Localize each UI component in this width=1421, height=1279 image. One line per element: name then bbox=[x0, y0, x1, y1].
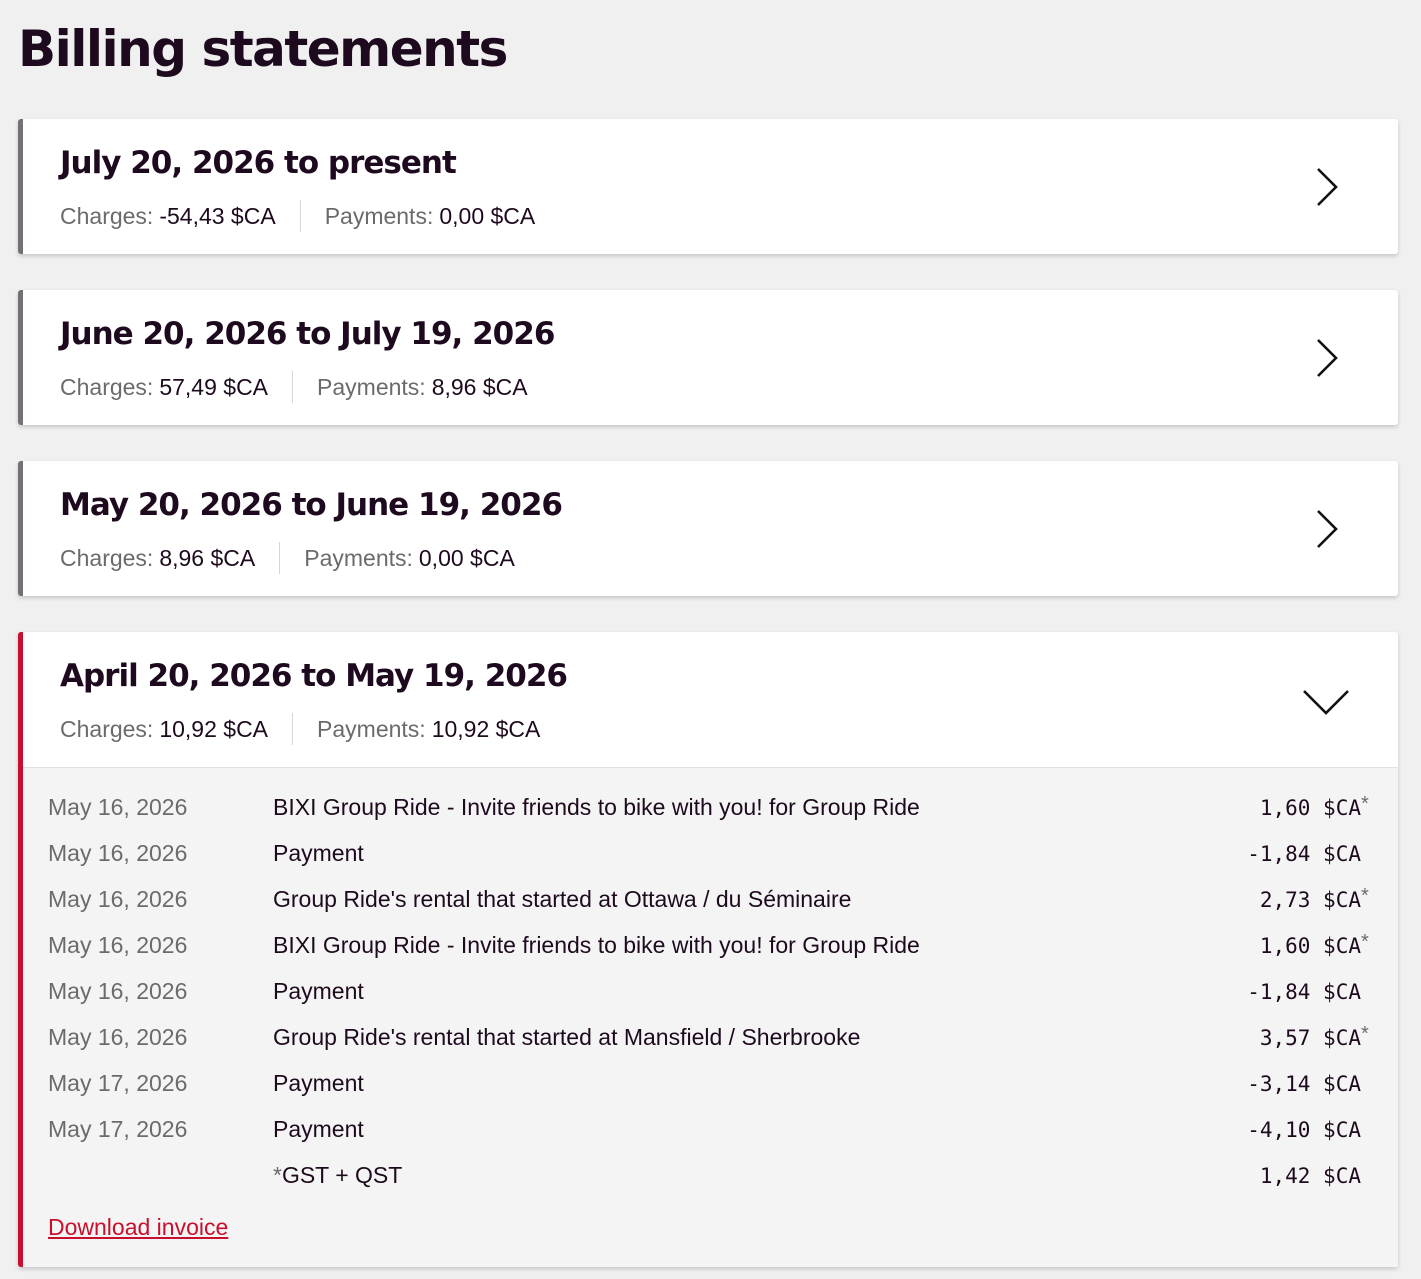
transaction-amount-value: -1,84 $CA bbox=[1247, 842, 1361, 866]
statement-card: July 20, 2026 to present Charges: -54,43… bbox=[18, 119, 1398, 254]
tax-asterisk: * bbox=[1361, 885, 1369, 907]
payments-value: 10,92 $CA bbox=[431, 715, 541, 742]
transaction-description: BIXI Group Ride - Invite friends to bike… bbox=[273, 794, 920, 820]
statement-header[interactable]: May 20, 2026 to June 19, 2026 Charges: 8… bbox=[23, 461, 1398, 596]
transaction-date: May 16, 2026 bbox=[48, 794, 188, 820]
transaction-date: May 16, 2026 bbox=[48, 932, 188, 958]
statement-header[interactable]: July 20, 2026 to present Charges: -54,43… bbox=[23, 119, 1398, 254]
transaction-row: May 17, 2026 Payment -4,10 $CA bbox=[23, 1116, 1398, 1162]
charges-value: 10,92 $CA bbox=[159, 715, 269, 742]
tax-label: *GST + QST bbox=[273, 1162, 402, 1189]
summary-divider bbox=[299, 200, 301, 232]
tax-asterisk: * bbox=[1361, 931, 1369, 953]
transaction-amount-value: 1,60 $CA bbox=[1259, 796, 1361, 820]
transaction-date: May 16, 2026 bbox=[48, 840, 188, 866]
transaction-description: Group Ride's rental that started at Mans… bbox=[273, 1024, 861, 1050]
tax-amount: 1,42 $CA bbox=[1259, 1164, 1361, 1188]
statement-period: April 20, 2026 to May 19, 2026 bbox=[60, 658, 568, 694]
statement-card: June 20, 2026 to July 19, 2026 Charges: … bbox=[18, 290, 1398, 425]
tax-asterisk: * bbox=[1361, 793, 1369, 815]
transaction-row: May 16, 2026 Payment -1,84 $CA bbox=[23, 978, 1398, 1024]
payments-label: Payments: bbox=[317, 715, 426, 742]
transaction-row: May 16, 2026 Group Ride's rental that st… bbox=[23, 885, 1398, 932]
transaction-description: Payment bbox=[273, 978, 364, 1004]
chevron-right-icon[interactable] bbox=[1306, 163, 1346, 211]
summary-divider bbox=[279, 542, 281, 574]
statement-details: May 16, 2026 BIXI Group Ride - Invite fr… bbox=[23, 767, 1398, 1267]
transaction-amount-value: -3,14 $CA bbox=[1247, 1072, 1361, 1096]
transaction-description: Payment bbox=[273, 1070, 364, 1096]
tax-label-text: GST + QST bbox=[281, 1162, 403, 1188]
transaction-amount-value: -4,10 $CA bbox=[1247, 1118, 1361, 1142]
transaction-amount: -3,14 $CA bbox=[1247, 1070, 1361, 1098]
payments-label: Payments: bbox=[304, 544, 413, 571]
download-invoice-link[interactable]: Download invoice bbox=[48, 1214, 228, 1241]
transaction-date: May 16, 2026 bbox=[48, 978, 188, 1004]
transaction-amount-value: 3,57 $CA bbox=[1259, 1026, 1361, 1050]
transactions-list: May 16, 2026 BIXI Group Ride - Invite fr… bbox=[23, 793, 1398, 1208]
chevron-down-icon[interactable] bbox=[1298, 682, 1354, 718]
tax-summary-row: *GST + QST 1,42 $CA bbox=[23, 1162, 1398, 1208]
statement-summary: Charges: 57,49 $CA Payments: 8,96 $CA bbox=[60, 371, 528, 403]
payments-value: 8,96 $CA bbox=[431, 373, 528, 400]
statement-summary: Charges: 10,92 $CA Payments: 10,92 $CA bbox=[60, 713, 540, 745]
tax-asterisk: * bbox=[1361, 1023, 1369, 1045]
statement-header[interactable]: April 20, 2026 to May 19, 2026 Charges: … bbox=[23, 632, 1398, 767]
charges-label: Charges: bbox=[60, 715, 154, 742]
transaction-description: Payment bbox=[273, 840, 364, 866]
chevron-right-icon[interactable] bbox=[1306, 505, 1346, 553]
charges-value: -54,43 $CA bbox=[159, 202, 276, 229]
charges-value: 57,49 $CA bbox=[159, 373, 269, 400]
transaction-amount: 1,60 $CA * bbox=[1259, 793, 1369, 822]
statement-summary: Charges: -54,43 $CA Payments: 0,00 $CA bbox=[60, 200, 535, 232]
transaction-amount-value: 2,73 $CA bbox=[1259, 888, 1361, 912]
summary-divider bbox=[292, 371, 294, 403]
statement-header[interactable]: June 20, 2026 to July 19, 2026 Charges: … bbox=[23, 290, 1398, 425]
transaction-row: May 16, 2026 BIXI Group Ride - Invite fr… bbox=[23, 931, 1398, 978]
transaction-row: May 16, 2026 Payment -1,84 $CA bbox=[23, 840, 1398, 886]
chevron-right-icon[interactable] bbox=[1306, 334, 1346, 382]
charges-label: Charges: bbox=[60, 373, 154, 400]
transaction-amount-value: -1,84 $CA bbox=[1247, 980, 1361, 1004]
transaction-amount: 1,60 $CA * bbox=[1259, 931, 1369, 960]
transaction-amount: 2,73 $CA * bbox=[1259, 885, 1369, 914]
transaction-row: May 16, 2026 BIXI Group Ride - Invite fr… bbox=[23, 793, 1398, 840]
charges-label: Charges: bbox=[60, 202, 154, 229]
transaction-date: May 17, 2026 bbox=[48, 1116, 188, 1142]
statement-card-expanded: April 20, 2026 to May 19, 2026 Charges: … bbox=[18, 632, 1398, 1267]
transaction-amount: 3,57 $CA * bbox=[1259, 1023, 1369, 1052]
statement-summary: Charges: 8,96 $CA Payments: 0,00 $CA bbox=[60, 542, 515, 574]
transaction-row: May 17, 2026 Payment -3,14 $CA bbox=[23, 1070, 1398, 1116]
transaction-amount: -1,84 $CA bbox=[1247, 840, 1361, 868]
transaction-date: May 16, 2026 bbox=[48, 1024, 188, 1050]
payments-label: Payments: bbox=[324, 202, 434, 229]
transaction-description: BIXI Group Ride - Invite friends to bike… bbox=[273, 932, 920, 958]
statement-card: May 20, 2026 to June 19, 2026 Charges: 8… bbox=[18, 461, 1398, 596]
transaction-description: Group Ride's rental that started at Otta… bbox=[273, 886, 852, 912]
tax-asterisk: * bbox=[273, 1162, 282, 1188]
statement-period: May 20, 2026 to June 19, 2026 bbox=[60, 487, 563, 523]
transaction-date: May 17, 2026 bbox=[48, 1070, 188, 1096]
charges-label: Charges: bbox=[60, 544, 154, 571]
transaction-date: May 16, 2026 bbox=[48, 886, 188, 912]
statement-period: July 20, 2026 to present bbox=[60, 145, 457, 181]
transaction-amount: -4,10 $CA bbox=[1247, 1116, 1361, 1144]
statement-period: June 20, 2026 to July 19, 2026 bbox=[60, 316, 555, 352]
payments-value: 0,00 $CA bbox=[418, 544, 515, 571]
transaction-description: Payment bbox=[273, 1116, 364, 1142]
transaction-amount-value: 1,60 $CA bbox=[1259, 934, 1361, 958]
transaction-row: May 16, 2026 Group Ride's rental that st… bbox=[23, 1023, 1398, 1070]
summary-divider bbox=[292, 713, 294, 745]
payments-value: 0,00 $CA bbox=[439, 202, 536, 229]
transaction-amount: -1,84 $CA bbox=[1247, 978, 1361, 1006]
payments-label: Payments: bbox=[317, 373, 426, 400]
page-title: Billing statements bbox=[18, 20, 508, 78]
charges-value: 8,96 $CA bbox=[159, 544, 256, 571]
